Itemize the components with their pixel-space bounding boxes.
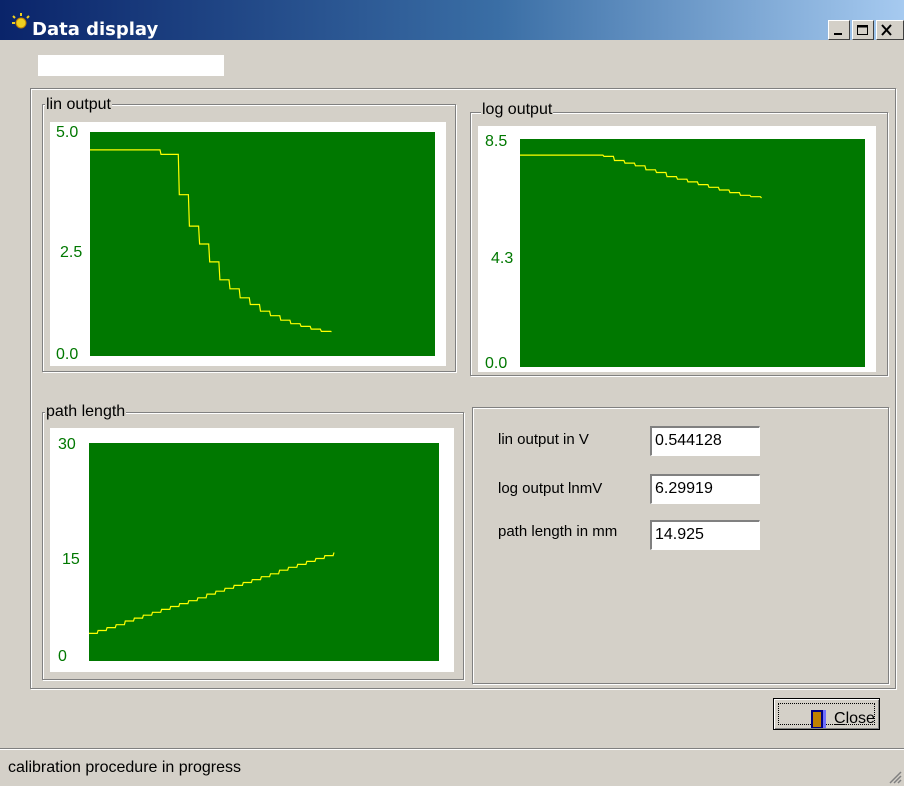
trace-line [520,154,762,199]
minimize-icon [834,33,842,35]
maximize-button[interactable] [852,20,874,40]
path-ytick-top: 30 [58,436,76,453]
close-button-label: Close [834,710,875,727]
log-ytick-mid: 4.3 [491,250,514,267]
trace-svg [90,149,332,333]
path-length-field[interactable]: 14.925 [650,520,760,550]
log-ytick-bottom: 0.0 [485,355,508,372]
log-output-plot [520,139,865,367]
blank-text-field [38,55,224,76]
lin-output-field[interactable]: 0.544128 [650,426,760,456]
app-sun-icon [12,13,30,29]
lin-output-label: lin output in V [498,431,589,448]
door-icon [811,710,826,728]
trace-line [89,552,335,634]
log-output-field[interactable]: 6.29919 [650,474,760,504]
close-icon [881,24,892,36]
lin-ytick-top: 5.0 [56,124,79,141]
log-output-legend: log output [481,101,554,119]
log-output-label: log output lnmV [498,480,603,497]
path-ytick-bottom: 0 [58,648,67,665]
resize-grip-icon[interactable] [888,770,902,784]
status-bar: calibration procedure in progress [0,748,904,786]
close-window-button[interactable] [876,20,904,40]
title-bar[interactable]: Data display [0,0,904,40]
minimize-button[interactable] [828,20,850,40]
window-title: Data display [32,19,159,40]
trace-line [90,149,332,333]
close-button[interactable]: Close [773,698,880,730]
maximize-icon [857,25,868,35]
path-ytick-mid: 15 [62,551,80,568]
trace-svg [89,552,335,634]
lin-output-plot [90,132,435,356]
path-length-plot [89,443,439,661]
lin-output-legend: lin output [45,96,112,114]
log-ytick-top: 8.5 [485,133,508,150]
trace-svg [520,154,762,199]
status-text: calibration procedure in progress [8,759,242,776]
lin-ytick-mid: 2.5 [60,244,83,261]
path-length-label: path length in mm [498,523,618,540]
path-length-legend: path length [45,403,127,421]
lin-ytick-bottom: 0.0 [56,346,79,363]
